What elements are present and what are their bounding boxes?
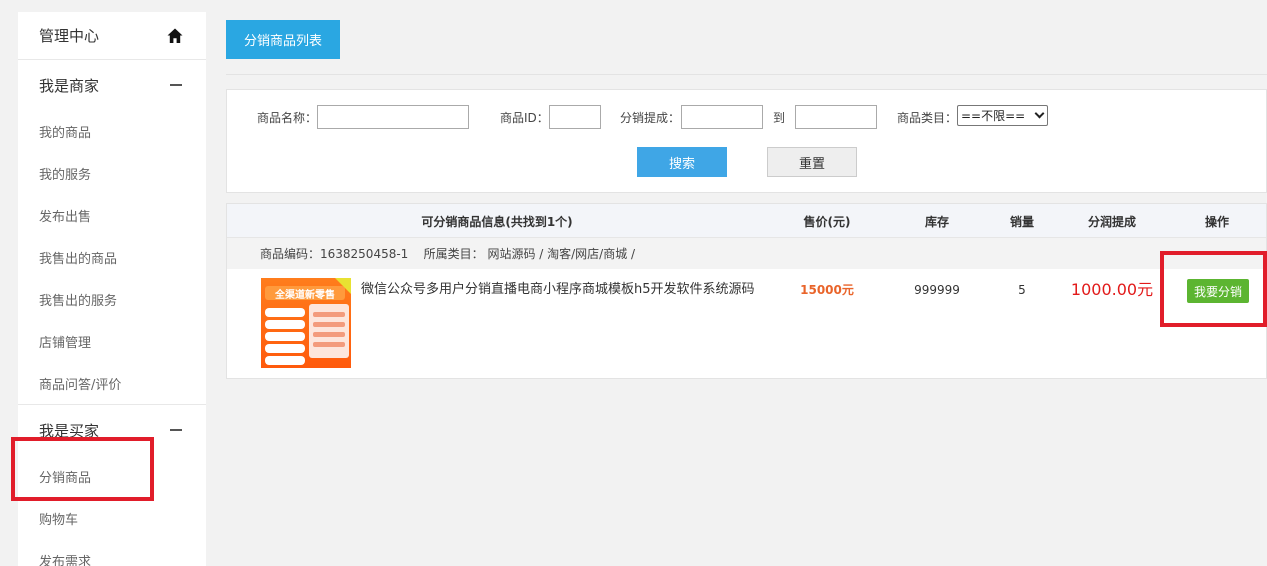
category-select[interactable]: ==不限== [957, 105, 1048, 126]
range-to-label: 到 [773, 111, 786, 125]
category-path[interactable]: 网站源码 / 淘客/网店/商城 / [487, 245, 635, 262]
collapse-icon[interactable] [170, 84, 182, 86]
commission-from-input[interactable] [681, 105, 763, 129]
sidebar-item-sold-products[interactable]: 我售出的商品 [18, 236, 206, 278]
chevron-down-icon [1034, 108, 1045, 119]
commission-label: 分销提成： [620, 111, 681, 125]
tab-distribution-list[interactable]: 分销商品列表 [226, 20, 340, 59]
product-table: 可分销商品信息(共找到1个) 售价(元) 库存 销量 分润提成 操作 商品编码：… [226, 203, 1267, 379]
sidebar-group-title: 我是商家 [39, 76, 100, 95]
table-header: 可分销商品信息(共找到1个) 售价(元) 库存 销量 分润提成 操作 [227, 204, 1266, 238]
highlight-box-sidebar [11, 437, 154, 501]
product-name-input[interactable] [317, 105, 469, 129]
sidebar-item-my-products[interactable]: 我的商品 [18, 110, 206, 152]
product-price: 15000元 [800, 283, 854, 297]
home-icon[interactable] [166, 27, 184, 45]
row-meta: 商品编码：1638250458-1 所属类目： 网站源码 / 淘客/网店/商城 … [227, 238, 1266, 269]
sidebar-item-sold-services[interactable]: 我售出的服务 [18, 278, 206, 320]
sidebar-group-seller[interactable]: 我是商家 [18, 60, 206, 110]
search-panel: 商品名称： 商品ID： 分销提成： 到 商品类目： ==不限== 搜索 重置 [226, 89, 1267, 193]
sidebar-item-qa-review[interactable]: 商品问答/评价 [18, 362, 206, 404]
sidebar-item-cart[interactable]: 购物车 [18, 497, 206, 539]
search-button[interactable]: 搜索 [637, 147, 727, 177]
reset-button[interactable]: 重置 [767, 147, 857, 177]
product-commission: 1000.00元 [1070, 280, 1154, 299]
category-select-value: ==不限== [961, 109, 1026, 123]
product-thumbnail[interactable]: 全渠道新零售 [261, 278, 351, 368]
sidebar-item-publish-demand[interactable]: 发布需求 [18, 539, 206, 566]
product-id-input[interactable] [549, 105, 601, 129]
category-caption: 所属类目： [423, 247, 484, 261]
product-sold: 5 [1018, 283, 1026, 297]
product-stock: 999999 [914, 283, 960, 297]
product-code: 商品编码：1638250458-1 [260, 247, 409, 261]
sidebar-item-publish-sale[interactable]: 发布出售 [18, 194, 206, 236]
sidebar-item-shop-manage[interactable]: 店铺管理 [18, 320, 206, 362]
col-header-sold: 销量 [1009, 214, 1034, 229]
col-header-action: 操作 [1204, 214, 1229, 229]
commission-to-input[interactable] [795, 105, 877, 129]
sidebar-item-my-services[interactable]: 我的服务 [18, 152, 206, 194]
highlight-box-action [1160, 251, 1267, 327]
tab-divider [226, 74, 1267, 75]
col-header-commission: 分润提成 [1087, 214, 1136, 229]
category-label: 商品类目： [897, 111, 958, 125]
col-header-info: 可分销商品信息(共找到1个) [421, 214, 573, 229]
product-title[interactable]: 微信公众号多用户分销直播电商小程序商城模板h5开发软件系统源码 [361, 280, 761, 300]
thumbnail-banner: 全渠道新零售 [265, 286, 345, 301]
sidebar-header-title: 管理中心 [39, 27, 100, 45]
product-name-label: 商品名称： [257, 111, 318, 125]
sidebar-header[interactable]: 管理中心 [18, 12, 206, 60]
product-id-label: 商品ID： [500, 111, 549, 125]
col-header-stock: 库存 [924, 214, 949, 229]
collapse-icon[interactable] [170, 429, 182, 431]
col-header-price: 售价(元) [803, 214, 851, 229]
